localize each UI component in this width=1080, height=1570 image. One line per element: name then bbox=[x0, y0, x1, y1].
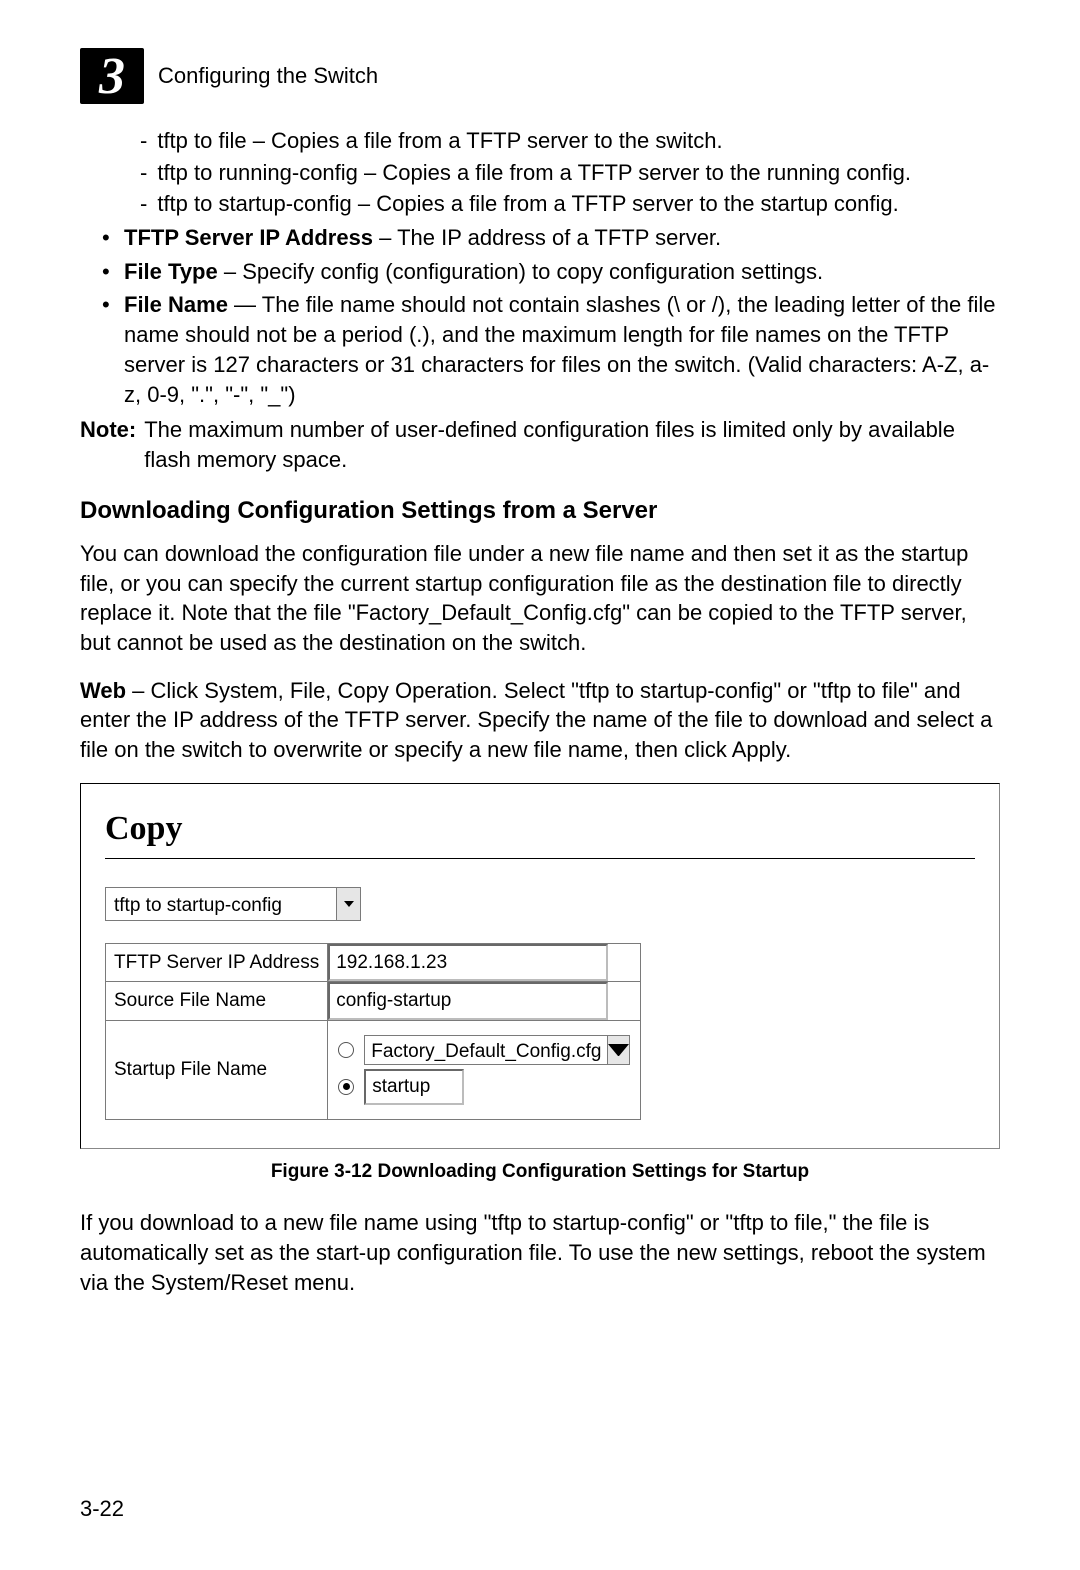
note-label: Note: bbox=[80, 415, 136, 474]
startup-file-label: Startup File Name bbox=[106, 1020, 328, 1119]
copy-form-table: TFTP Server IP Address 192.168.1.23 Sour… bbox=[105, 943, 641, 1120]
paragraph: If you download to a new file name using… bbox=[80, 1208, 1000, 1297]
dash-list: -tftp to file – Copies a file from a TFT… bbox=[140, 126, 1000, 219]
source-file-cell: config-startup bbox=[328, 982, 641, 1021]
web-rest: – Click System, File, Copy Operation. Se… bbox=[80, 678, 992, 762]
bullet-label: File Type bbox=[124, 259, 218, 284]
tftp-ip-cell: 192.168.1.23 bbox=[328, 943, 641, 982]
source-file-label: Source File Name bbox=[106, 982, 328, 1021]
existing-file-select-value: Factory_Default_Config.cfg bbox=[365, 1036, 607, 1064]
dash-item: -tftp to startup-config – Copies a file … bbox=[140, 189, 1000, 219]
dash-item: -tftp to file – Copies a file from a TFT… bbox=[140, 126, 1000, 156]
page: 3 Configuring the Switch -tftp to file –… bbox=[0, 0, 1080, 1570]
paragraph: Web – Click System, File, Copy Operation… bbox=[80, 676, 1000, 765]
new-file-input[interactable]: startup bbox=[364, 1069, 464, 1105]
operation-select-value: tftp to startup-config bbox=[106, 888, 336, 920]
figure-caption: Figure 3-12 Downloading Configuration Se… bbox=[80, 1159, 1000, 1185]
bullet-label: TFTP Server IP Address bbox=[124, 225, 373, 250]
table-row: TFTP Server IP Address 192.168.1.23 bbox=[106, 943, 641, 982]
figure-panel-title: Copy bbox=[105, 806, 975, 859]
dash-text: tftp to startup-config – Copies a file f… bbox=[157, 189, 898, 219]
bullet-desc: — The file name should not contain slash… bbox=[124, 292, 996, 406]
bullet-desc: – Specify config (configuration) to copy… bbox=[218, 259, 823, 284]
dash-text: tftp to running-config – Copies a file f… bbox=[157, 158, 911, 188]
chapter-number-badge: 3 bbox=[80, 48, 144, 104]
bullet-item-file-name: File Name — The file name should not con… bbox=[102, 290, 1000, 409]
startup-option-new[interactable]: startup bbox=[338, 1069, 630, 1105]
chevron-down-icon[interactable] bbox=[607, 1036, 629, 1064]
table-row: Source File Name config-startup bbox=[106, 982, 641, 1021]
bullet-item-file-type: File Type – Specify config (configuratio… bbox=[102, 257, 1000, 287]
source-file-input[interactable]: config-startup bbox=[328, 982, 608, 1020]
dash-text: tftp to file – Copies a file from a TFTP… bbox=[157, 126, 722, 156]
bullet-label: File Name bbox=[124, 292, 228, 317]
note: Note: The maximum number of user-defined… bbox=[80, 415, 1000, 474]
tftp-ip-label: TFTP Server IP Address bbox=[106, 943, 328, 982]
dash-icon: - bbox=[140, 158, 147, 188]
operation-select[interactable]: tftp to startup-config bbox=[105, 887, 361, 921]
page-header: 3 Configuring the Switch bbox=[80, 48, 1000, 104]
page-title: Configuring the Switch bbox=[158, 63, 378, 89]
bullet-item-tftp-ip: TFTP Server IP Address – The IP address … bbox=[102, 223, 1000, 253]
bullet-list: TFTP Server IP Address – The IP address … bbox=[102, 223, 1000, 409]
web-lead: Web bbox=[80, 678, 126, 703]
radio-icon[interactable] bbox=[338, 1042, 354, 1058]
page-number: 3-22 bbox=[80, 1496, 124, 1522]
tftp-ip-input[interactable]: 192.168.1.23 bbox=[328, 944, 608, 982]
existing-file-select[interactable]: Factory_Default_Config.cfg bbox=[364, 1035, 630, 1065]
dash-item: -tftp to running-config – Copies a file … bbox=[140, 158, 1000, 188]
startup-option-existing[interactable]: Factory_Default_Config.cfg bbox=[338, 1035, 630, 1065]
figure-copy-panel: Copy tftp to startup-config TFTP Server … bbox=[80, 783, 1000, 1149]
body-content: -tftp to file – Copies a file from a TFT… bbox=[80, 126, 1000, 1297]
table-row: Startup File Name Factory_Default_Config… bbox=[106, 1020, 641, 1119]
note-text: The maximum number of user-defined confi… bbox=[144, 415, 1000, 474]
startup-file-cell: Factory_Default_Config.cfg startup bbox=[328, 1020, 641, 1119]
chevron-down-icon[interactable] bbox=[336, 888, 360, 920]
bullet-desc: – The IP address of a TFTP server. bbox=[373, 225, 721, 250]
paragraph: You can download the configuration file … bbox=[80, 539, 1000, 658]
dash-icon: - bbox=[140, 189, 147, 219]
radio-icon[interactable] bbox=[338, 1079, 354, 1095]
section-heading: Downloading Configuration Settings from … bbox=[80, 495, 1000, 527]
dash-icon: - bbox=[140, 126, 147, 156]
